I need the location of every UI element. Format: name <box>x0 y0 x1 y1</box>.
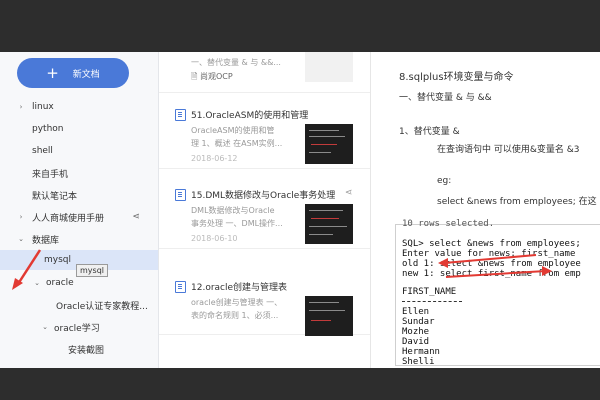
doc-line: 在查询语句中 可以使用&变量名 &3 <box>437 145 580 155</box>
tree-item-database[interactable]: ⌄ 数据库 <box>16 230 158 248</box>
chevron-right-icon: › <box>19 103 23 111</box>
doc-eg: eg: <box>437 176 452 186</box>
tooltip: mysql <box>76 264 108 277</box>
terminal-screenshot: 10 rows selected. SQL> select &news from… <box>395 219 600 367</box>
note-list: 一、替代变量 & 与 &&... 🗎 尚观OCP 51.OracleASM的使用… <box>159 52 371 368</box>
list-item[interactable]: 51.OracleASM的使用和管理 OracleASM的使用和管 理 1、概述… <box>159 104 370 169</box>
share-icon[interactable]: ⋖ <box>345 188 353 198</box>
doc-sql: select &news from employees; 在这 <box>437 197 597 207</box>
chevron-down-icon: ⌄ <box>42 323 48 331</box>
window-frame: + 新文档 › linux python shell 来自手机 默认笔记本 › … <box>0 0 600 400</box>
chevron-right-icon: › <box>19 213 23 221</box>
red-annotation-arrows <box>438 254 552 278</box>
tree-item-mobile[interactable]: 来自手机 <box>32 164 158 182</box>
bottom-dark-bar <box>0 368 600 400</box>
list-item[interactable]: 一、替代变量 & 与 &&... 🗎 尚观OCP <box>159 52 370 93</box>
tree-item-mall-manual[interactable]: › 人人商城使用手册 ⋖ <box>16 208 158 226</box>
document-icon <box>175 280 186 293</box>
document-viewer: 8.sqlplus环境变量与命令 一、替代变量 & 与 && 1、替代变量 & … <box>371 52 600 368</box>
tree-item-python[interactable]: python <box>32 120 158 138</box>
plus-icon: + <box>46 63 59 82</box>
tree-item-default-notebook[interactable]: 默认笔记本 <box>32 186 158 204</box>
document-icon <box>175 108 186 121</box>
note-thumbnail <box>305 52 353 82</box>
tree-item-install-screenshots[interactable]: 安装截图 <box>68 340 158 358</box>
list-item[interactable]: 12.oracle创建与管理表 oracle创建与管理表 一、 表的命名规则 1… <box>159 264 370 336</box>
sidebar: + 新文档 › linux python shell 来自手机 默认笔记本 › … <box>0 52 159 368</box>
list-item[interactable]: 15.DML数据修改与Oracle事务处理 ⋖ DML数据修改与Oracle 事… <box>159 184 370 249</box>
tree-item-oracle-cert[interactable]: Oracle认证专家教程... <box>56 296 158 314</box>
note-thumbnail <box>305 124 353 164</box>
chevron-down-icon: ⌄ <box>18 235 24 243</box>
note-app: + 新文档 › linux python shell 来自手机 默认笔记本 › … <box>0 52 600 368</box>
document-icon <box>175 188 186 201</box>
share-icon[interactable]: ⋖ <box>132 212 140 222</box>
note-thumbnail <box>305 204 353 244</box>
tree-item-shell[interactable]: shell <box>32 142 158 160</box>
tree-item-linux[interactable]: › linux <box>16 98 158 116</box>
new-document-button[interactable]: + 新文档 <box>17 58 129 88</box>
top-dark-bar <box>0 0 600 52</box>
red-annotation-arrow <box>12 249 42 290</box>
doc-subheading: 一、替代变量 & 与 && <box>399 93 492 103</box>
doc-heading: 8.sqlplus环境变量与命令 <box>399 72 514 83</box>
note-thumbnail <box>305 296 353 336</box>
new-document-label: 新文档 <box>72 69 100 80</box>
tree-item-oracle-study[interactable]: ⌄ oracle学习 <box>40 318 158 336</box>
doc-point: 1、替代变量 & <box>399 127 460 137</box>
